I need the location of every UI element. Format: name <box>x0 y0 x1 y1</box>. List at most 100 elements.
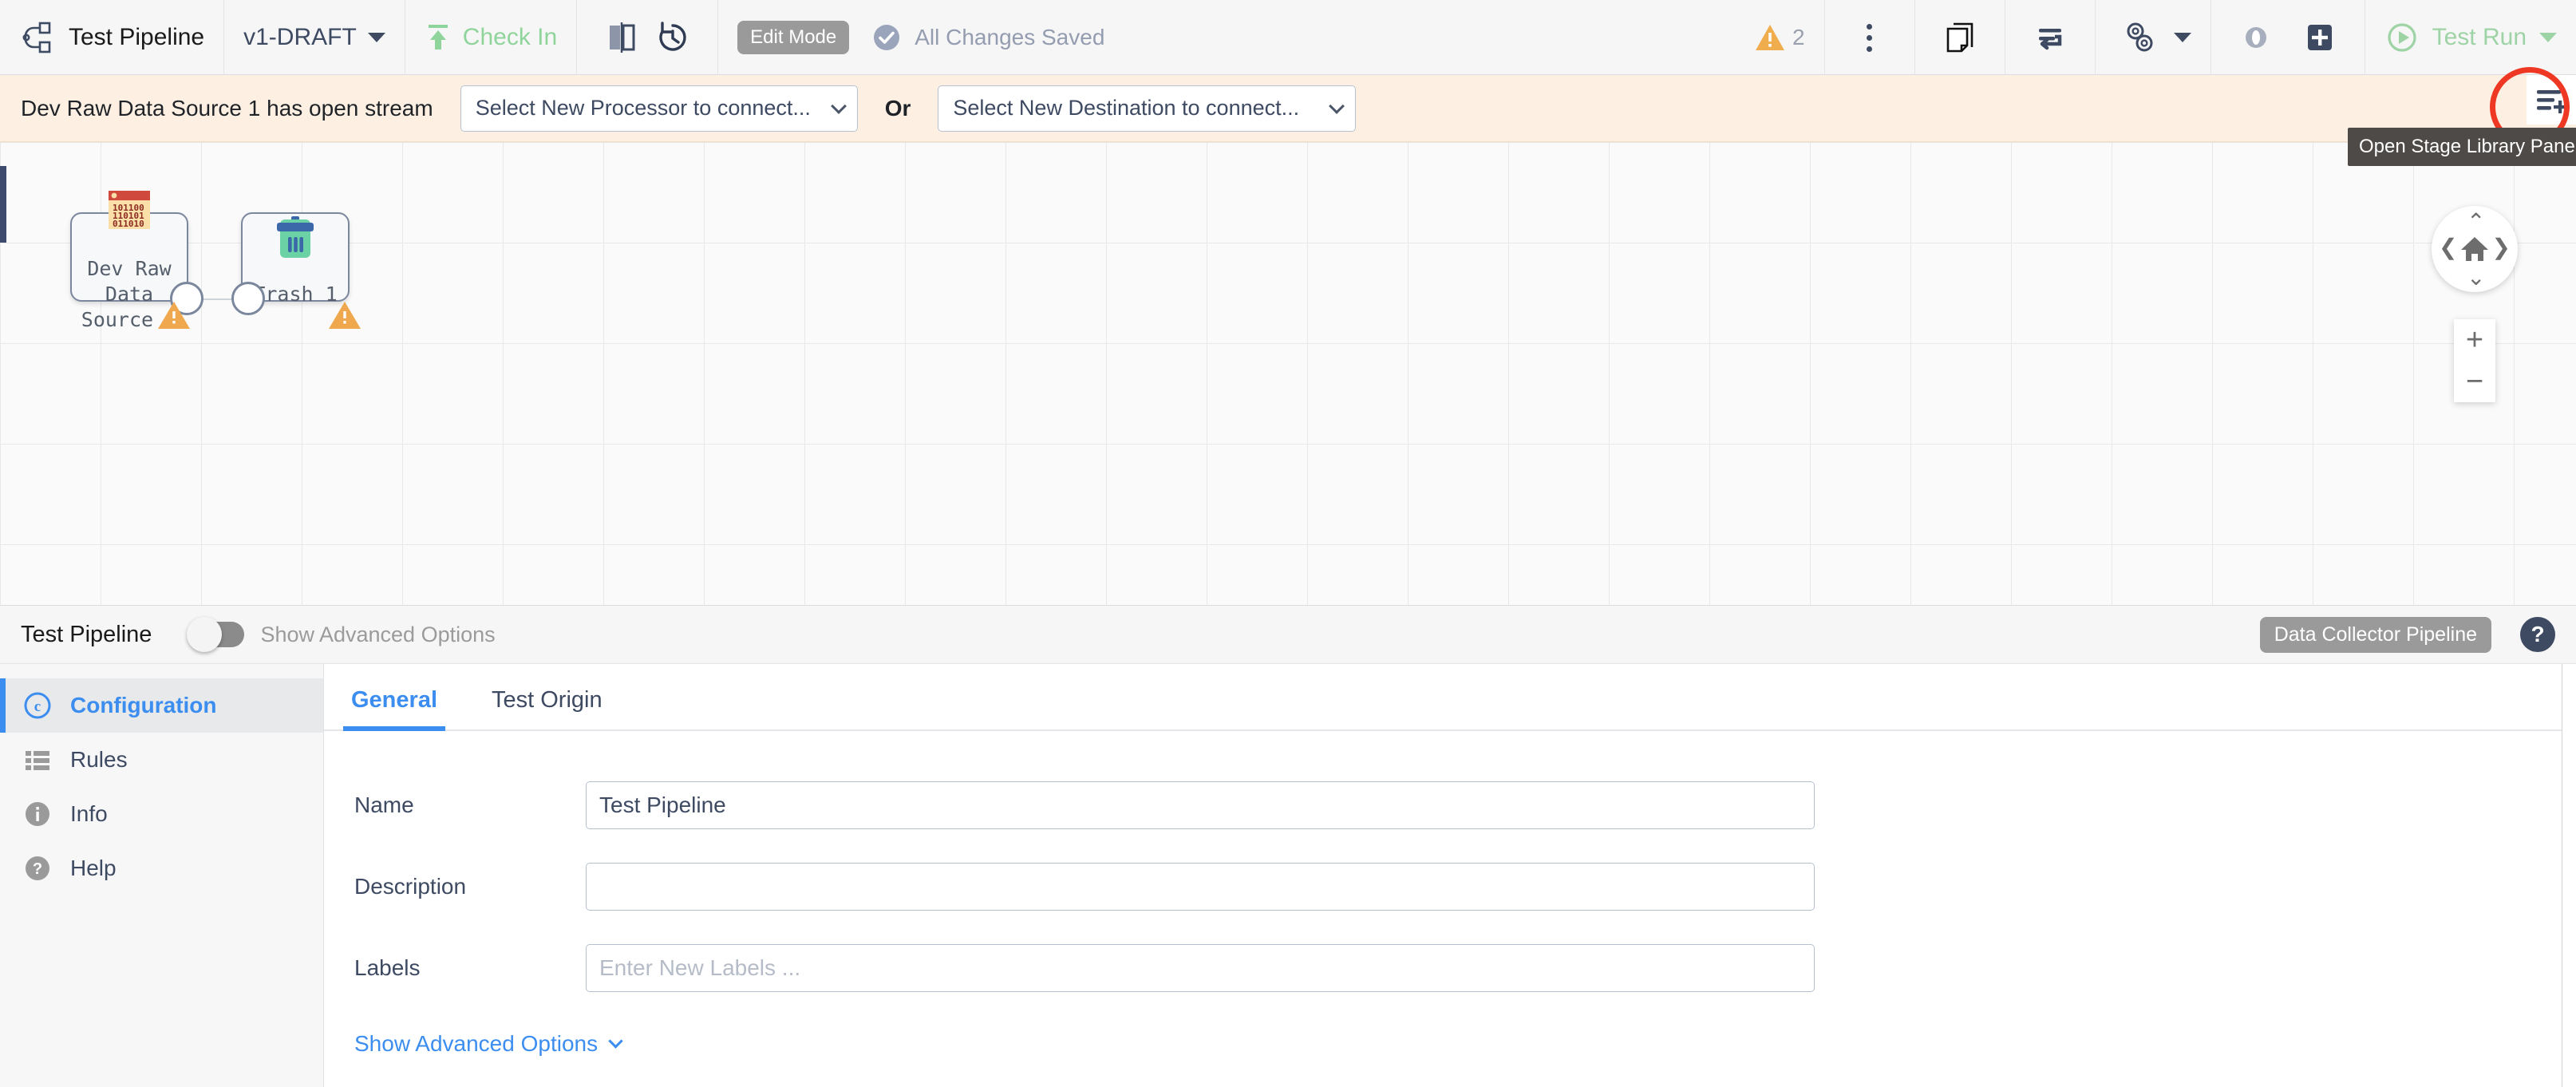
form-tabs: General Test Origin <box>324 664 2576 731</box>
sidebar-item-info[interactable]: Info <box>0 787 323 841</box>
select-new-processor-dropdown[interactable]: Select New Processor to connect... <box>460 85 858 132</box>
properties-sidebar: c Configuration Rules Info ? Help <box>0 664 324 1087</box>
warning-indicator[interactable]: 2 <box>1735 0 1825 75</box>
sidebar-item-label: Help <box>70 856 117 880</box>
canvas-zoom-controls[interactable]: + − <box>2454 319 2495 402</box>
dev-raw-data-source-icon: 101100 110101 011010 <box>97 181 161 245</box>
chevron-up-icon[interactable]: ⌃ <box>2467 211 2485 233</box>
chevron-left-icon[interactable]: ❮ <box>2439 236 2457 259</box>
version-dropdown[interactable]: v1-DRAFT <box>224 0 405 75</box>
pipeline-editor-app: Test Pipeline v1-DRAFT Check In Edit Mod… <box>0 0 2576 1087</box>
duplicate-icon[interactable] <box>1934 12 1985 63</box>
compare-versions-icon[interactable] <box>596 12 647 63</box>
test-run-button[interactable]: Test Run <box>2365 0 2576 75</box>
preview-icon[interactable] <box>2230 12 2282 63</box>
help-icon[interactable]: ? <box>2520 617 2555 652</box>
check-in-icon <box>428 25 448 49</box>
sidebar-item-label: Rules <box>70 747 128 772</box>
select-new-processor-label: Select New Processor to connect... <box>475 96 811 120</box>
chevron-down-icon <box>830 97 847 114</box>
svg-text:c: c <box>34 698 41 715</box>
stage-warning-icon[interactable] <box>156 300 192 330</box>
more-options-button[interactable] <box>1825 0 1915 75</box>
name-field-label: Name <box>354 793 414 817</box>
chevron-down-icon <box>2539 33 2557 42</box>
select-new-destination-label: Select New Destination to connect... <box>953 96 1300 120</box>
show-advanced-options-toggle[interactable] <box>187 617 245 652</box>
chevron-right-icon[interactable]: ❯ <box>2492 236 2511 259</box>
or-label: Or <box>884 95 911 121</box>
labels-input[interactable] <box>586 944 1815 992</box>
pipeline-type-badge: Data Collector Pipeline <box>2259 616 2491 653</box>
pipeline-icon <box>19 19 56 56</box>
sidebar-item-help[interactable]: ? Help <box>0 841 323 895</box>
configuration-icon: c <box>22 690 53 721</box>
zoom-out-button[interactable]: − <box>2454 361 2495 402</box>
warning-triangle-icon <box>1756 25 1785 50</box>
chevron-down-icon <box>367 33 385 42</box>
preview-group <box>2211 0 2365 75</box>
show-advanced-options-link-label: Show Advanced Options <box>354 1031 599 1056</box>
save-status: All Changes Saved <box>871 22 1104 53</box>
gears-icon[interactable] <box>2115 12 2166 63</box>
labels-field-label: Labels <box>354 955 421 980</box>
stage-warning-icon[interactable] <box>327 300 362 330</box>
stage-node-dev-raw-data-source[interactable]: 101100 110101 011010 Dev Raw Data Source… <box>70 191 188 331</box>
check-circle-icon <box>874 25 900 50</box>
gears-dropdown[interactable] <box>2096 0 2211 75</box>
canvas-nav-pad[interactable]: ⌃ ⌄ ❮ ❯ <box>2432 206 2518 292</box>
sidebar-item-rules[interactable]: Rules <box>0 733 323 787</box>
info-icon <box>22 799 53 829</box>
description-input[interactable] <box>586 863 1815 911</box>
tab-general[interactable]: General <box>343 687 445 731</box>
snapshot-group <box>2005 0 2096 75</box>
version-label: v1-DRAFT <box>243 24 357 50</box>
duplicate-group <box>1915 0 2005 75</box>
more-options-icon[interactable] <box>1844 12 1895 63</box>
description-field-label: Description <box>354 874 467 899</box>
save-status-label: All Changes Saved <box>915 25 1105 49</box>
history-group <box>577 0 719 75</box>
zoom-in-button[interactable]: + <box>2454 319 2495 361</box>
sidebar-item-label: Info <box>70 801 108 826</box>
check-in-label: Check In <box>462 24 558 50</box>
pipeline-title-group: Test Pipeline <box>0 0 225 75</box>
form-rows: Name Description Labels Show Advanced Op… <box>324 731 2576 1057</box>
properties-panel-header: Test Pipeline Show Advanced Options Data… <box>0 605 2576 664</box>
form-scrollbar-rail[interactable] <box>2562 664 2576 1087</box>
history-icon[interactable] <box>647 12 698 63</box>
toggle-knob <box>187 617 223 652</box>
sidebar-item-configuration[interactable]: c Configuration <box>0 678 323 733</box>
svg-text:?: ? <box>33 860 42 878</box>
page-title: Test Pipeline <box>69 24 205 50</box>
show-advanced-options-link[interactable]: Show Advanced Options <box>354 1031 623 1057</box>
name-input[interactable] <box>586 781 1815 829</box>
add-icon[interactable] <box>2294 12 2345 63</box>
properties-panel-title: Test Pipeline <box>21 621 152 647</box>
form-row-labels: Labels <box>324 927 2576 1009</box>
canvas-vertical-scrollbar[interactable] <box>0 166 6 243</box>
chevron-down-icon[interactable]: ⌄ <box>2467 267 2485 289</box>
test-run-label: Test Run <box>2432 24 2527 50</box>
edit-mode-badge: Edit Mode <box>737 21 850 54</box>
open-stream-notification-bar: Dev Raw Data Source 1 has open stream Se… <box>0 75 2576 142</box>
tab-test-origin[interactable]: Test Origin <box>484 687 610 729</box>
play-icon <box>2388 23 2416 52</box>
home-icon[interactable] <box>2459 233 2491 265</box>
properties-panel-body: c Configuration Rules Info ? Help Genera… <box>0 664 2576 1087</box>
top-toolbar: Test Pipeline v1-DRAFT Check In Edit Mod… <box>0 0 2576 75</box>
pipeline-canvas[interactable]: 101100 110101 011010 Dev Raw Data Source… <box>0 142 2576 605</box>
input-port[interactable] <box>231 282 265 315</box>
select-new-destination-dropdown[interactable]: Select New Destination to connect... <box>938 85 1357 132</box>
check-in-button[interactable]: Check In <box>405 0 578 75</box>
trash-icon <box>263 207 327 271</box>
rules-icon <box>22 745 53 775</box>
form-row-description: Description <box>324 846 2576 927</box>
svg-text:011010: 011010 <box>113 219 144 229</box>
show-advanced-options-label: Show Advanced Options <box>260 622 496 646</box>
chevron-down-icon <box>1329 97 1345 114</box>
snapshot-icon[interactable] <box>2025 12 2076 63</box>
help-icon: ? <box>22 853 53 883</box>
configuration-form-pane: General Test Origin Name Description Lab… <box>324 664 2576 1087</box>
